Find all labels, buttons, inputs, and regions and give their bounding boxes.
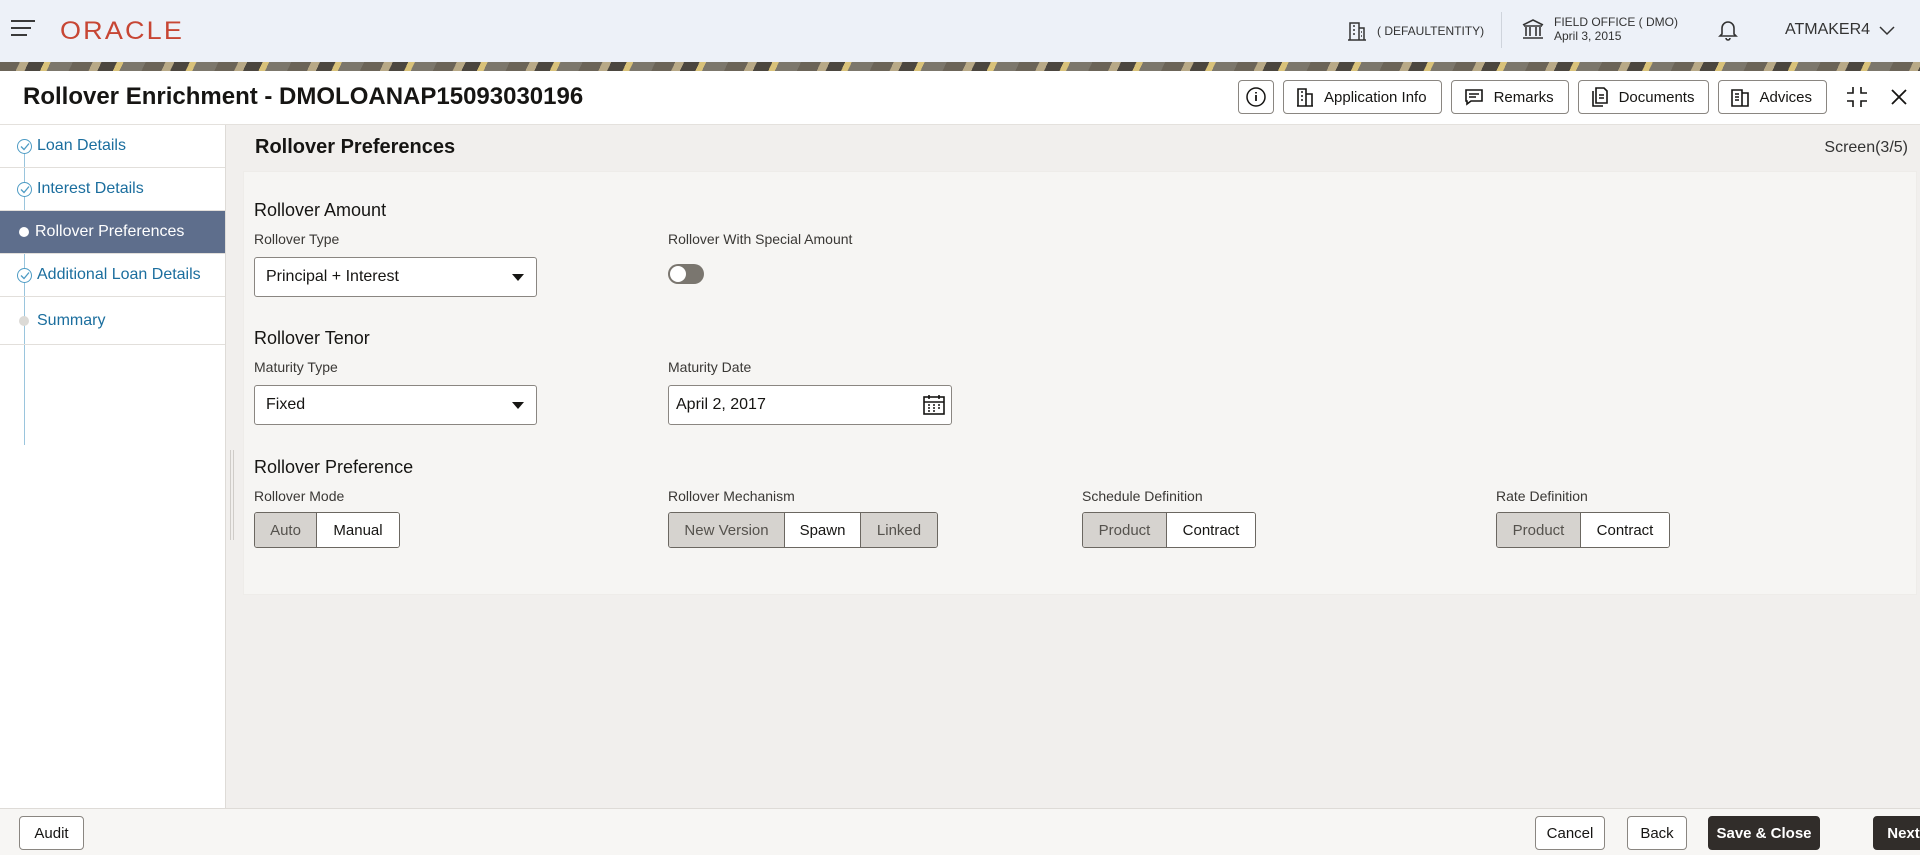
mechanism-spawn-button[interactable]: Spawn	[785, 513, 861, 547]
screen-counter: Screen(3/5)	[1824, 139, 1908, 156]
mechanism-linked-button[interactable]: Linked	[861, 513, 937, 547]
form-panel: Rollover Amount Rollover Type Principal …	[243, 171, 1917, 595]
rate-definition-label: Rate Definition	[1496, 488, 1588, 504]
remarks-button[interactable]: Remarks	[1450, 80, 1569, 114]
maturity-type-label: Maturity Type	[254, 359, 338, 375]
mode-auto-button[interactable]: Auto	[255, 513, 317, 547]
rate-contract-button[interactable]: Contract	[1581, 513, 1669, 547]
nav-label: Rollover Preferences	[35, 223, 185, 240]
remarks-label: Remarks	[1493, 88, 1554, 106]
rollover-tenor-title: Rollover Tenor	[254, 328, 370, 348]
footer-bar: Audit Cancel Back Save & Close Next	[0, 808, 1920, 855]
next-button[interactable]: Next	[1873, 816, 1920, 850]
nav-label: Additional Loan Details	[37, 266, 201, 283]
info-button[interactable]	[1238, 80, 1274, 114]
mode-manual-button[interactable]: Manual	[317, 513, 399, 547]
nav-item-interest-details[interactable]: Interest Details	[0, 168, 225, 211]
documents-label: Documents	[1618, 88, 1695, 106]
bank-icon	[1522, 19, 1544, 39]
user-name: ATMAKER4	[1785, 21, 1871, 38]
section-title: Rollover Preferences	[255, 136, 456, 158]
check-icon	[17, 138, 32, 154]
rollover-mode-label: Rollover Mode	[254, 488, 345, 504]
collapse-icon[interactable]	[1842, 82, 1872, 112]
entity-selector[interactable]: ( DEFAULTENTITY)	[1347, 21, 1484, 41]
info-icon	[1246, 87, 1266, 107]
title-bar: Rollover Enrichment - DMOLOANAP150930301…	[0, 71, 1920, 125]
rollover-amount-title: Rollover Amount	[254, 200, 387, 220]
top-header: ORACLE ( DEFAULTENTITY) FIELD OFFICE ( D…	[0, 0, 1920, 62]
maturity-type-value: Fixed	[266, 396, 306, 413]
caret-down-icon	[512, 274, 524, 281]
office-selector[interactable]: FIELD OFFICE ( DMO) April 3, 2015	[1521, 15, 1678, 43]
calendar-icon[interactable]	[922, 394, 946, 421]
save-close-button[interactable]: Save & Close	[1708, 816, 1820, 850]
building-icon	[1348, 22, 1366, 41]
nav-item-loan-details[interactable]: Loan Details	[0, 125, 225, 168]
rollover-preference-title: Rollover Preference	[254, 457, 414, 477]
special-amount-toggle[interactable]	[668, 264, 704, 284]
chevron-down-icon	[1879, 26, 1895, 36]
advice-icon	[1731, 89, 1750, 107]
advices-label: Advices	[1759, 88, 1812, 106]
nav-item-rollover-preferences[interactable]: Rollover Preferences	[0, 211, 225, 254]
user-menu[interactable]: ATMAKER4	[1785, 21, 1896, 39]
maturity-date-label: Maturity Date	[668, 359, 752, 375]
maturity-date-value: April 2, 2017	[676, 396, 766, 413]
rollover-mechanism-label: Rollover Mechanism	[668, 488, 795, 504]
advices-button[interactable]: Advices	[1718, 80, 1827, 114]
rollover-type-value: Principal + Interest	[266, 268, 399, 285]
nav-label: Loan Details	[37, 137, 126, 154]
page-title: Rollover Enrichment - DMOLOANAP150930301…	[23, 83, 584, 110]
rollover-mechanism-group: New Version Spawn Linked	[668, 512, 938, 548]
rate-definition-group: Product Contract	[1496, 512, 1670, 548]
audit-button[interactable]: Audit	[19, 816, 84, 850]
close-icon[interactable]	[1884, 82, 1914, 112]
schedule-product-button[interactable]: Product	[1083, 513, 1167, 547]
bell-icon[interactable]	[1718, 19, 1738, 46]
maturity-type-select[interactable]: Fixed	[254, 385, 537, 425]
oracle-logo: ORACLE	[60, 17, 184, 45]
office-name: FIELD OFFICE ( DMO)	[1554, 15, 1678, 29]
decorative-banner	[0, 62, 1920, 71]
caret-down-icon	[512, 402, 524, 409]
schedule-definition-group: Product Contract	[1082, 512, 1256, 548]
nav-label: Summary	[37, 311, 106, 329]
check-icon	[17, 267, 32, 283]
cancel-button[interactable]: Cancel	[1535, 816, 1605, 850]
schedule-definition-label: Schedule Definition	[1082, 488, 1203, 504]
header-divider	[1501, 12, 1502, 48]
hamburger-menu-icon[interactable]	[11, 20, 35, 40]
rollover-type-select[interactable]: Principal + Interest	[254, 257, 537, 297]
application-info-button[interactable]: Application Info	[1283, 80, 1442, 114]
maturity-date-input[interactable]: April 2, 2017	[668, 385, 952, 425]
main-content: Rollover Preferences Screen(3/5) Rollove…	[226, 125, 1920, 808]
title-actions: Application Info Remarks Documents Advic…	[1238, 80, 1920, 114]
schedule-contract-button[interactable]: Contract	[1167, 513, 1255, 547]
document-icon	[1591, 87, 1608, 107]
application-info-label: Application Info	[1324, 88, 1427, 106]
back-button[interactable]: Back	[1627, 816, 1687, 850]
building-icon	[1297, 88, 1313, 107]
special-amount-label: Rollover With Special Amount	[668, 231, 853, 247]
rollover-type-label: Rollover Type	[254, 231, 340, 247]
mechanism-new-version-button[interactable]: New Version	[669, 513, 785, 547]
nav-item-additional-loan-details[interactable]: Additional Loan Details	[0, 254, 225, 297]
nav-label: Interest Details	[37, 180, 144, 197]
nav-item-summary[interactable]: Summary	[0, 297, 225, 345]
current-step-icon	[19, 227, 29, 237]
rollover-mode-group: Auto Manual	[254, 512, 400, 548]
train-nav: Loan Details Interest Details Rollover P…	[0, 125, 226, 808]
toggle-knob	[670, 266, 686, 282]
comment-icon	[1464, 89, 1483, 106]
entity-label: ( DEFAULTENTITY)	[1377, 24, 1485, 38]
rate-product-button[interactable]: Product	[1497, 513, 1581, 547]
office-date: April 3, 2015	[1554, 29, 1622, 43]
check-icon	[17, 181, 32, 197]
pending-step-icon	[19, 315, 29, 326]
documents-button[interactable]: Documents	[1577, 80, 1710, 114]
